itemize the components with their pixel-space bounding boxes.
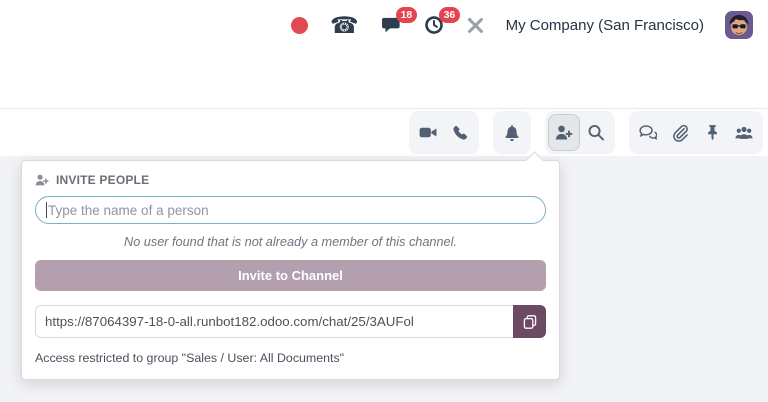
recording-indicator[interactable] [280, 0, 319, 50]
text-cursor [46, 202, 47, 218]
invite-link-row [35, 305, 546, 338]
channel-toolbar [0, 108, 768, 156]
company-switcher[interactable]: My Company (San Francisco) [496, 0, 714, 50]
attachments-button[interactable] [664, 114, 696, 151]
voip-button[interactable]: ☎ [319, 0, 370, 50]
channel-info-group [629, 111, 763, 154]
header-spacer [0, 50, 768, 108]
developer-tools-button[interactable] [455, 0, 496, 50]
top-navbar: ☎ 18 36 My Company (San Francisco) [0, 0, 768, 50]
record-dot-icon [291, 17, 308, 34]
invite-search-group [545, 111, 615, 154]
paperclip-icon [671, 124, 689, 142]
channel-content-area: INVITE PEOPLE No user found that is not … [0, 156, 768, 402]
copy-link-button[interactable] [513, 305, 546, 338]
activities-menu[interactable]: 36 [413, 0, 455, 50]
search-messages-button[interactable] [580, 114, 612, 151]
threads-button[interactable] [632, 114, 664, 151]
pushpin-icon [704, 124, 721, 141]
start-voice-call-button[interactable] [444, 114, 476, 151]
video-camera-icon [419, 123, 437, 142]
notification-settings-button[interactable] [496, 114, 528, 151]
add-user-icon [555, 123, 573, 142]
no-user-found-message: No user found that is not already a memb… [35, 235, 546, 249]
pinned-messages-button[interactable] [696, 114, 728, 151]
add-user-icon [35, 173, 49, 187]
developer-tools-icon [466, 16, 485, 35]
invite-people-popover: INVITE PEOPLE No user found that is not … [21, 160, 560, 380]
invite-link-input[interactable] [35, 305, 513, 338]
copy-icon [522, 314, 538, 330]
user-menu[interactable] [714, 0, 764, 50]
messages-menu[interactable]: 18 [370, 0, 413, 50]
add-users-button[interactable] [548, 114, 580, 151]
access-restriction-note: Access restricted to group "Sales / User… [35, 351, 546, 365]
chat-bubbles-icon [639, 123, 657, 142]
invite-search-input[interactable] [35, 196, 546, 224]
bell-icon [503, 124, 521, 142]
company-name: My Company (San Francisco) [506, 17, 704, 34]
search-icon [587, 123, 605, 142]
invite-to-channel-button[interactable]: Invite to Channel [35, 260, 546, 291]
invite-popover-header: INVITE PEOPLE [35, 173, 546, 187]
start-video-call-button[interactable] [412, 114, 444, 151]
invite-popover-title: INVITE PEOPLE [56, 173, 149, 187]
user-avatar [725, 11, 753, 39]
voip-phone-icon: ☎ [330, 14, 359, 37]
phone-icon [452, 124, 469, 141]
notification-button-group [493, 111, 531, 154]
member-list-button[interactable] [728, 114, 760, 151]
members-group-icon [735, 123, 753, 143]
call-button-group [409, 111, 479, 154]
invite-search-wrap [35, 196, 546, 224]
